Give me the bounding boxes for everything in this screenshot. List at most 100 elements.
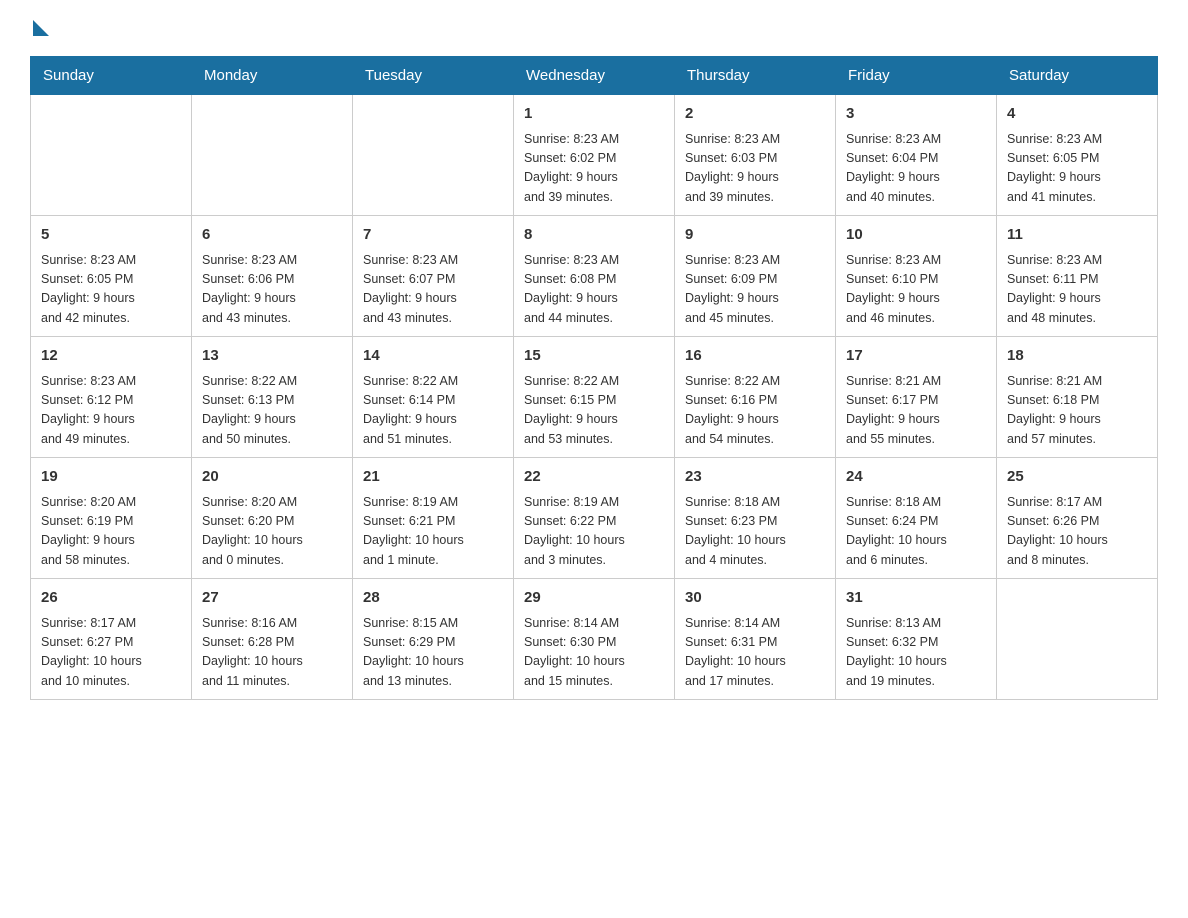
day-info: Sunrise: 8:21 AM Sunset: 6:17 PM Dayligh…: [846, 372, 986, 450]
day-number: 18: [1007, 345, 1147, 368]
calendar-cell: 16 Sunrise: 8:22 AM Sunset: 6:16 PM Dayli…: [675, 337, 836, 458]
calendar-cell: [353, 95, 514, 216]
day-number: 29: [524, 587, 664, 610]
calendar-cell: 28 Sunrise: 8:15 AM Sunset: 6:29 PM Dayli…: [353, 579, 514, 700]
calendar-cell: 17 Sunrise: 8:21 AM Sunset: 6:17 PM Dayli…: [836, 337, 997, 458]
day-info: Sunrise: 8:14 AM Sunset: 6:31 PM Dayligh…: [685, 614, 825, 692]
day-info: Sunrise: 8:23 AM Sunset: 6:03 PM Dayligh…: [685, 130, 825, 208]
day-info: Sunrise: 8:23 AM Sunset: 6:05 PM Dayligh…: [1007, 130, 1147, 208]
day-info: Sunrise: 8:22 AM Sunset: 6:14 PM Dayligh…: [363, 372, 503, 450]
header-saturday: Saturday: [997, 57, 1158, 95]
calendar-cell: 23 Sunrise: 8:18 AM Sunset: 6:23 PM Dayli…: [675, 458, 836, 579]
day-number: 2: [685, 103, 825, 126]
calendar-cell: [997, 579, 1158, 700]
day-number: 4: [1007, 103, 1147, 126]
header: [30, 20, 1158, 36]
day-info: Sunrise: 8:16 AM Sunset: 6:28 PM Dayligh…: [202, 614, 342, 692]
header-friday: Friday: [836, 57, 997, 95]
day-number: 8: [524, 224, 664, 247]
calendar-cell: 7 Sunrise: 8:23 AM Sunset: 6:07 PM Daylig…: [353, 216, 514, 337]
day-info: Sunrise: 8:23 AM Sunset: 6:04 PM Dayligh…: [846, 130, 986, 208]
logo: [30, 20, 49, 36]
header-tuesday: Tuesday: [353, 57, 514, 95]
calendar-cell: 1Sunrise: 8:23 AM Sunset: 6:02 PM Daylig…: [514, 95, 675, 216]
day-info: Sunrise: 8:20 AM Sunset: 6:20 PM Dayligh…: [202, 493, 342, 571]
day-info: Sunrise: 8:23 AM Sunset: 6:09 PM Dayligh…: [685, 251, 825, 329]
calendar-cell: 10 Sunrise: 8:23 AM Sunset: 6:10 PM Dayli…: [836, 216, 997, 337]
day-number: 14: [363, 345, 503, 368]
calendar-cell: 18 Sunrise: 8:21 AM Sunset: 6:18 PM Dayli…: [997, 337, 1158, 458]
day-number: 13: [202, 345, 342, 368]
day-info: Sunrise: 8:22 AM Sunset: 6:15 PM Dayligh…: [524, 372, 664, 450]
page: Sunday Monday Tuesday Wednesday Thursday…: [0, 0, 1188, 720]
day-info: Sunrise: 8:19 AM Sunset: 6:22 PM Dayligh…: [524, 493, 664, 571]
day-info: Sunrise: 8:19 AM Sunset: 6:21 PM Dayligh…: [363, 493, 503, 571]
day-info: Sunrise: 8:23 AM Sunset: 6:07 PM Dayligh…: [363, 251, 503, 329]
day-number: 10: [846, 224, 986, 247]
calendar-cell: 5 Sunrise: 8:23 AM Sunset: 6:05 PM Daylig…: [31, 216, 192, 337]
day-info: Sunrise: 8:23 AM Sunset: 6:10 PM Dayligh…: [846, 251, 986, 329]
calendar-cell: [192, 95, 353, 216]
day-number: 20: [202, 466, 342, 489]
day-info: Sunrise: 8:15 AM Sunset: 6:29 PM Dayligh…: [363, 614, 503, 692]
day-number: 21: [363, 466, 503, 489]
calendar-cell: 22 Sunrise: 8:19 AM Sunset: 6:22 PM Dayli…: [514, 458, 675, 579]
day-number: 23: [685, 466, 825, 489]
day-info: Sunrise: 8:18 AM Sunset: 6:24 PM Dayligh…: [846, 493, 986, 571]
day-number: 31: [846, 587, 986, 610]
calendar-cell: 24Sunrise: 8:18 AM Sunset: 6:24 PM Dayli…: [836, 458, 997, 579]
header-wednesday: Wednesday: [514, 57, 675, 95]
calendar-cell: 19Sunrise: 8:20 AM Sunset: 6:19 PM Dayli…: [31, 458, 192, 579]
day-number: 3: [846, 103, 986, 126]
header-sunday: Sunday: [31, 57, 192, 95]
day-info: Sunrise: 8:23 AM Sunset: 6:12 PM Dayligh…: [41, 372, 181, 450]
day-number: 12: [41, 345, 181, 368]
day-number: 11: [1007, 224, 1147, 247]
calendar-cell: 12 Sunrise: 8:23 AM Sunset: 6:12 PM Dayli…: [31, 337, 192, 458]
day-info: Sunrise: 8:23 AM Sunset: 6:05 PM Dayligh…: [41, 251, 181, 329]
day-number: 22: [524, 466, 664, 489]
day-number: 25: [1007, 466, 1147, 489]
day-info: Sunrise: 8:14 AM Sunset: 6:30 PM Dayligh…: [524, 614, 664, 692]
day-number: 17: [846, 345, 986, 368]
day-info: Sunrise: 8:22 AM Sunset: 6:13 PM Dayligh…: [202, 372, 342, 450]
calendar-cell: 25Sunrise: 8:17 AM Sunset: 6:26 PM Dayli…: [997, 458, 1158, 579]
day-info: Sunrise: 8:23 AM Sunset: 6:08 PM Dayligh…: [524, 251, 664, 329]
header-thursday: Thursday: [675, 57, 836, 95]
calendar-cell: 26Sunrise: 8:17 AM Sunset: 6:27 PM Dayli…: [31, 579, 192, 700]
day-info: Sunrise: 8:23 AM Sunset: 6:02 PM Dayligh…: [524, 130, 664, 208]
day-number: 28: [363, 587, 503, 610]
day-info: Sunrise: 8:22 AM Sunset: 6:16 PM Dayligh…: [685, 372, 825, 450]
calendar-cell: 29 Sunrise: 8:14 AM Sunset: 6:30 PM Dayli…: [514, 579, 675, 700]
logo-triangle-icon: [33, 20, 49, 36]
calendar-cell: 31Sunrise: 8:13 AM Sunset: 6:32 PM Dayli…: [836, 579, 997, 700]
day-number: 30: [685, 587, 825, 610]
calendar-cell: 2 Sunrise: 8:23 AM Sunset: 6:03 PM Daylig…: [675, 95, 836, 216]
calendar-week-row: 19Sunrise: 8:20 AM Sunset: 6:19 PM Dayli…: [31, 458, 1158, 579]
day-info: Sunrise: 8:21 AM Sunset: 6:18 PM Dayligh…: [1007, 372, 1147, 450]
calendar-cell: 14 Sunrise: 8:22 AM Sunset: 6:14 PM Dayli…: [353, 337, 514, 458]
calendar-cell: 11Sunrise: 8:23 AM Sunset: 6:11 PM Dayli…: [997, 216, 1158, 337]
day-info: Sunrise: 8:18 AM Sunset: 6:23 PM Dayligh…: [685, 493, 825, 571]
calendar-week-row: 1Sunrise: 8:23 AM Sunset: 6:02 PM Daylig…: [31, 95, 1158, 216]
day-number: 7: [363, 224, 503, 247]
day-number: 5: [41, 224, 181, 247]
calendar-week-row: 26Sunrise: 8:17 AM Sunset: 6:27 PM Dayli…: [31, 579, 1158, 700]
day-number: 9: [685, 224, 825, 247]
day-number: 27: [202, 587, 342, 610]
weekday-header-row: Sunday Monday Tuesday Wednesday Thursday…: [31, 57, 1158, 95]
calendar-week-row: 5 Sunrise: 8:23 AM Sunset: 6:05 PM Daylig…: [31, 216, 1158, 337]
calendar-cell: 21 Sunrise: 8:19 AM Sunset: 6:21 PM Dayli…: [353, 458, 514, 579]
day-number: 15: [524, 345, 664, 368]
day-number: 19: [41, 466, 181, 489]
calendar-cell: 9 Sunrise: 8:23 AM Sunset: 6:09 PM Daylig…: [675, 216, 836, 337]
day-info: Sunrise: 8:23 AM Sunset: 6:06 PM Dayligh…: [202, 251, 342, 329]
calendar-cell: 6Sunrise: 8:23 AM Sunset: 6:06 PM Daylig…: [192, 216, 353, 337]
calendar-cell: [31, 95, 192, 216]
day-number: 16: [685, 345, 825, 368]
day-info: Sunrise: 8:17 AM Sunset: 6:27 PM Dayligh…: [41, 614, 181, 692]
calendar-cell: 30 Sunrise: 8:14 AM Sunset: 6:31 PM Dayli…: [675, 579, 836, 700]
calendar-cell: 15 Sunrise: 8:22 AM Sunset: 6:15 PM Dayli…: [514, 337, 675, 458]
calendar-cell: 8 Sunrise: 8:23 AM Sunset: 6:08 PM Daylig…: [514, 216, 675, 337]
calendar-week-row: 12 Sunrise: 8:23 AM Sunset: 6:12 PM Dayli…: [31, 337, 1158, 458]
